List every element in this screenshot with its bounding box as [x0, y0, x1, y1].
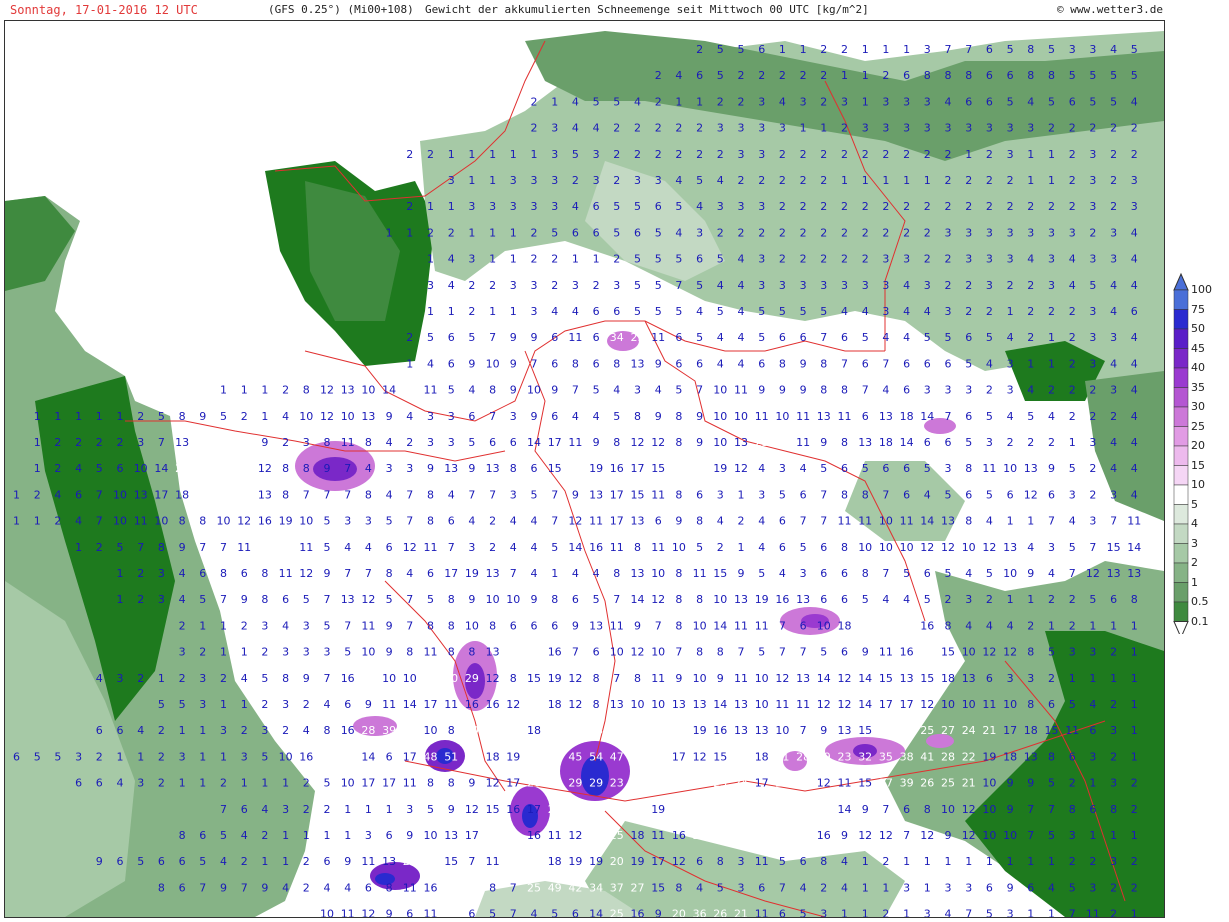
value-row: 5 5 3 1 1 2 3 2 4 6 9 11 14 17 11 16 16 12 23 18 12 8 13 10 10 13…: [158, 698, 1138, 711]
legend-label: 4: [1191, 517, 1198, 530]
legend-swatch: [1173, 387, 1189, 408]
value-grid: 2 5 5 6 1 1 2 2 1 1 1 3 7 7 6 5 8 5 3 3 4 52 4 6 5 2 2 2 2 2 1 1 2 6 8 8 8 6 6…: [13, 43, 1141, 917]
color-legend: 100 75 50 45 40 35 30 25 20 15 10 5 4 3 2 1 0.5 0.1: [1172, 272, 1229, 639]
legend-label: 15: [1191, 458, 1205, 472]
legend-label: 75: [1191, 302, 1205, 316]
legend-label: 40: [1191, 361, 1205, 374]
legend-label: 2: [1191, 556, 1198, 569]
legend-swatch: [1173, 328, 1189, 349]
legend-swatch: [1173, 601, 1189, 622]
valid-time-label: Sonntag, 17-01-2016 12 UTC: [10, 3, 198, 17]
map-description: Gewicht der akkumulierten Schneemenge se…: [425, 3, 869, 16]
legend-label: 10: [1191, 478, 1205, 491]
value-row: 34223323235575443333333432232234544: [427, 279, 1138, 292]
legend-label: 3: [1191, 536, 1198, 550]
legend-swatch: [1173, 289, 1189, 310]
value-row: 1 1 1 1 1 2 5 8 9 5 2 1 4 10 12 10 13 9 4 3 3 6 7 3 9 6 4 4 5 8 9 8 9 10 1…: [34, 410, 1138, 423]
triangle-down-icon: [1173, 621, 1189, 639]
legend-label: 35: [1191, 380, 1205, 394]
model-run-label: (GFS 0.25°) (Mi00+108): [268, 3, 414, 16]
legend-swatch: [1173, 367, 1189, 388]
value-row: 1 4 6 9 10 9 7 6 8 6 8 13 9 6 6 4 4 6 8 9 8 7 6 7 6 6 6 5 4 3 1 1 2 3 4 4: [406, 357, 1138, 370]
value-row: 6 5 5 3 2 1 1 2 3 1 1 3 5 10 16 23 25 14 6 17 48 51 27 18 19 28 35…: [13, 750, 1138, 763]
value-row: 2 5 6 5 7 9 9 6 11 6 34 25 11 6 5 4 4 5 6 6 7 6 5 4 4 5 5 6 5 4 2 1 2 3 3 4: [406, 331, 1138, 344]
value-row: 1 1 2 4 7 10 11 10 8 8 10 12 16 19 10 5 3 3 5 7 8 6 4 2 4 4 7 12 11 1…: [13, 515, 1141, 528]
triangle-up-icon: [1173, 272, 1189, 291]
legend-swatch: [1173, 465, 1189, 486]
legend-swatch: [1173, 582, 1189, 603]
legend-swatch: [1173, 484, 1189, 505]
legend-label: 20: [1191, 439, 1205, 452]
legend-swatch: [1173, 348, 1189, 369]
snow-accumulation-map[interactable]: 2556112211137765853345246522222112688866…: [4, 20, 1165, 918]
legend-swatch: [1173, 543, 1189, 564]
legend-swatch: [1173, 406, 1189, 427]
legend-label: 1: [1191, 575, 1198, 589]
legend-swatch: [1173, 426, 1189, 447]
heavy-snow-layer: [295, 331, 956, 890]
value-row: 14311221125556543222223322333434334: [427, 253, 1138, 266]
legend-label: 45: [1191, 341, 1205, 355]
value-row: 1 2 2 2 2 3 7 13 26 35 26 9 2 3 8 11 8 4 2 3 3 5 6 6 14 17 11 9 8 12 1…: [34, 436, 1138, 449]
copyright-credit: © www.wetter3.de: [1057, 3, 1163, 16]
legend-label: 0.1: [1191, 614, 1209, 628]
value-row: 1 2 3 4 6 8 6 8 11 12 9 7 7 8 4 6 17 19 13 7 4 1 4 4 8 13 10 8 11 15 9…: [117, 567, 1142, 580]
header-bar: Sonntag, 17-01-2016 12 UTC (GFS 0.25°) (…: [0, 0, 1229, 20]
legend-swatch: [1173, 309, 1189, 330]
map-canvas: 2 5 5 6 1 1 2 2 1 1 1 3 7 7 6 5 8 5 3 3 4 52 4 6 5 2 2 2 2 2 1 1 2 6 8 8 8 6 6…: [5, 31, 1164, 917]
legend-label: 30: [1191, 400, 1205, 413]
legend-label: 25: [1191, 419, 1205, 433]
legend-label: 0.5: [1191, 595, 1209, 608]
value-row: 1 2 5 7 8 9 7 7 11 22 24 11 5 4 4 6 12 11 7 3 2 4 4 5 14 16 11 8 11 1…: [75, 541, 1141, 554]
legend-swatch: [1173, 562, 1189, 583]
value-row: 1 2 4 5 6 10 14 27 40 39 22 12 8 8 9 7 4 3 3 9 13 9 13 8 6 15 22 19…: [34, 462, 1138, 475]
legend-swatch: [1173, 445, 1189, 466]
legend-label: 100: [1191, 283, 1212, 296]
legend-swatch: [1173, 504, 1189, 525]
value-row: 1 2 4 6 7 10 13 17 18 21 22 21 13 8 7 7 7 8 4 7 8 4 7 7 3 5 7 9 13 17…: [13, 488, 1138, 501]
value-row: 11211344665554545555443443221222346: [427, 305, 1138, 318]
value-row: 3 2 1 1 2 3 3 3 5 10 9 8 11 8 8 13 29 32 16 7 6 10 12 10 7 8 8 7 5 7 7…: [179, 646, 1138, 659]
legend-swatch: [1173, 523, 1189, 544]
value-row: 1 1 1 2 8 12 13 10 14 24 11 5 4 8 9 10 9 7 5 4 3 4 5 7 10 11 9 9 9 8 8…: [220, 384, 1138, 397]
value-row: 2556112211137765853345: [696, 43, 1138, 56]
legend-label: 5: [1191, 497, 1198, 511]
value-row: 8 6 5 4 2 1 1 1 1 3 6 9 10 13 17 20 22 16 11 12 21 25 18 11 16 27…: [179, 829, 1138, 842]
legend-colorbar: [1173, 272, 1189, 639]
legend-label: 50: [1191, 322, 1205, 335]
